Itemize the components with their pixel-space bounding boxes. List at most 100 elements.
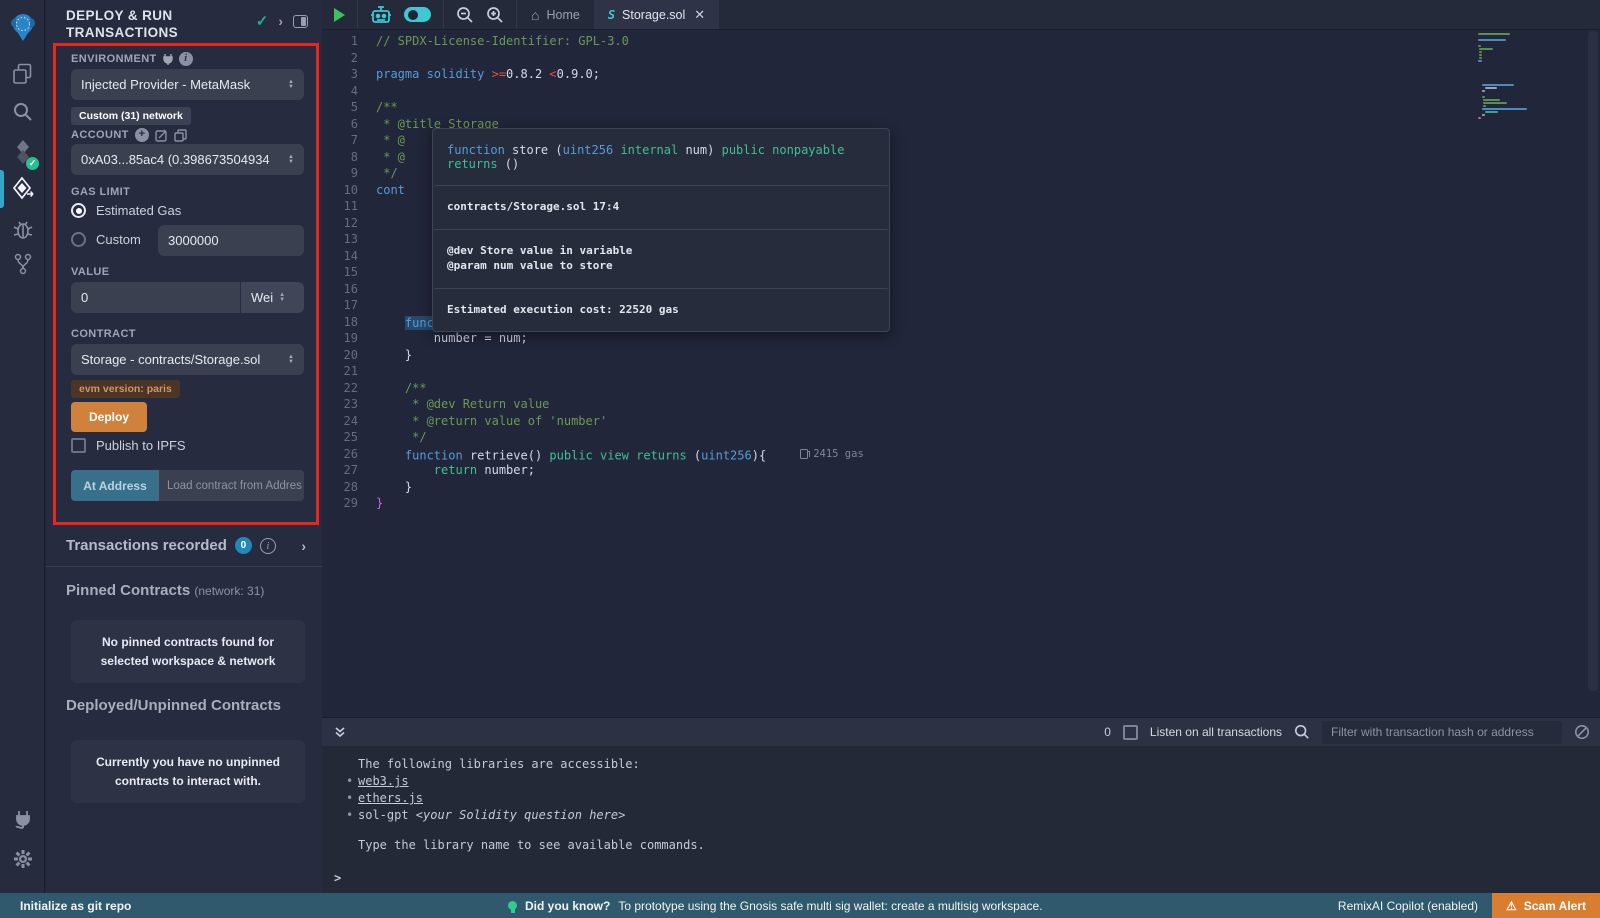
estimated-gas-option[interactable]: Estimated Gas [71, 203, 181, 218]
init-git-repo-button[interactable]: Initialize as git repo [20, 899, 131, 913]
warning-icon: ⚠ [1506, 899, 1517, 913]
sign-message-icon[interactable] [155, 129, 168, 142]
terminal-header: 0 Listen on all transactions Filter with… [322, 717, 1600, 746]
publish-ipfs-checkbox[interactable] [71, 438, 86, 453]
transactions-count-badge: 0 [235, 537, 252, 554]
line-number: 15 [322, 264, 376, 281]
environment-label: ENVIRONMENT [71, 53, 157, 65]
deploy-button[interactable]: Deploy [71, 402, 147, 432]
editor-scrollbar[interactable] [1588, 31, 1598, 691]
deployed-empty-message: Currently you have no unpinned contracts… [71, 740, 305, 803]
divider [46, 566, 322, 567]
line-number: 26 [322, 446, 376, 463]
deploy-and-run-icon[interactable] [0, 174, 45, 204]
value-input[interactable]: 0 [71, 282, 240, 313]
status-bar: Initialize as git repo Did you know? To … [0, 893, 1600, 918]
terminal-filter-input[interactable]: Filter with transaction hash or address [1322, 721, 1562, 744]
custom-gas-radio[interactable] [71, 232, 86, 247]
panel-chevron-icon[interactable]: › [278, 13, 283, 29]
environment-select[interactable]: Injected Provider - MetaMask ▲▼ [71, 69, 304, 100]
code-line: 2 [322, 50, 1600, 67]
add-account-icon[interactable]: + [135, 128, 149, 142]
select-stepper-icon: ▲▼ [288, 155, 294, 165]
settings-gear-icon[interactable] [0, 845, 45, 873]
account-select[interactable]: 0xA03...85ac4 (0.398673504934 ▲▼ [71, 144, 304, 175]
code-editor[interactable]: 1// SPDX-License-Identifier: GPL-3.023pr… [322, 31, 1600, 717]
clear-console-icon[interactable] [1574, 724, 1590, 740]
tooltip-docs: @dev Store value in variable @param num … [433, 229, 889, 288]
copilot-toggle[interactable] [404, 7, 431, 22]
line-number: 3 [322, 66, 376, 83]
network-badge: Custom (31) network [71, 107, 191, 125]
at-address-button[interactable]: At Address [71, 470, 159, 501]
debugger-icon[interactable] [0, 215, 45, 243]
fork-plug-icon[interactable] [163, 53, 173, 65]
run-script-icon[interactable] [334, 8, 345, 22]
editor-minimap[interactable] [1478, 33, 1542, 120]
scam-alert-button[interactable]: ⚠ Scam Alert [1492, 893, 1600, 918]
line-number: 29 [322, 495, 376, 512]
contract-label: CONTRACT [71, 328, 136, 340]
terminal-collapse-icon[interactable] [334, 726, 346, 738]
account-label: ACCOUNT [71, 129, 129, 141]
tooltip-signature: function store (uint256 internal num) pu… [433, 129, 889, 185]
transactions-recorded-row[interactable]: Transactions recorded 0 i › [66, 537, 306, 554]
compile-success-badge: ✓ [26, 157, 39, 170]
line-number: 1 [322, 33, 376, 50]
line-number: 4 [322, 83, 376, 100]
line-number: 17 [322, 297, 376, 314]
line-number: 6 [322, 116, 376, 133]
listen-transactions-checkbox[interactable] [1123, 725, 1138, 740]
code-line: 22 /** [322, 380, 1600, 397]
solidity-compiler-icon[interactable]: ✓ [0, 137, 45, 167]
line-number: 18 [322, 314, 376, 331]
transactions-expand-icon[interactable]: › [301, 538, 306, 554]
remix-ide-window: ✓ [0, 0, 1600, 918]
transactions-recorded-label: Transactions recorded [66, 537, 227, 554]
custom-gas-option[interactable]: Custom [71, 232, 141, 247]
zoom-out-icon[interactable] [456, 6, 474, 24]
code-line: 28 } [322, 479, 1600, 496]
transactions-info-icon[interactable]: i [260, 538, 276, 554]
value-unit-select[interactable]: Wei ▲▼ [241, 282, 304, 313]
select-stepper-icon: ▲▼ [279, 293, 285, 303]
zoom-in-icon[interactable] [486, 6, 504, 24]
terminal-library-item[interactable]: ethers.js [358, 790, 1600, 807]
fuel-pump-icon [800, 449, 808, 459]
ai-robot-icon[interactable] [370, 5, 392, 24]
file-explorer-icon[interactable] [0, 60, 45, 88]
hover-tooltip: function store (uint256 internal num) pu… [432, 128, 890, 332]
pin-panel-icon[interactable] [293, 15, 308, 28]
terminal-search-icon[interactable] [1294, 724, 1310, 740]
search-icon[interactable] [0, 97, 45, 125]
remix-logo-icon[interactable] [0, 8, 45, 46]
line-number: 7 [322, 132, 376, 149]
contract-select[interactable]: Storage - contracts/Storage.sol ▲▼ [71, 344, 304, 375]
terminal-library-item: sol-gpt <your Solidity question here> [358, 807, 1600, 824]
home-icon: ⌂ [531, 7, 539, 23]
did-you-know-tip: Did you know? To prototype using the Gno… [508, 899, 1043, 913]
terminal-library-item[interactable]: web3.js [358, 773, 1600, 790]
plugin-manager-plug-icon[interactable] [0, 805, 45, 833]
environment-info-icon[interactable]: i [179, 52, 193, 66]
plugin-connector-icon[interactable] [0, 250, 45, 278]
at-address-input[interactable]: Load contract from Addres [159, 470, 304, 501]
code-line: 1// SPDX-License-Identifier: GPL-3.0 [322, 33, 1600, 50]
copy-account-icon[interactable] [174, 129, 187, 142]
pinned-empty-message: No pinned contracts found for selected w… [71, 620, 305, 683]
code-line: 25 */ [322, 429, 1600, 446]
tab-home[interactable]: ⌂ Home [517, 0, 594, 29]
publish-ipfs-option[interactable]: Publish to IPFS [71, 438, 186, 453]
copilot-status[interactable]: RemixAI Copilot (enabled) [1338, 899, 1478, 913]
line-number: 22 [322, 380, 376, 397]
custom-gas-input[interactable]: 3000000 [158, 225, 304, 256]
close-tab-icon[interactable]: ✕ [694, 7, 705, 23]
code-line: 27 return number; [322, 462, 1600, 479]
tab-storage-sol[interactable]: S Storage.sol ✕ [594, 0, 719, 29]
terminal-intro: The following libraries are accessible: [358, 756, 1600, 773]
terminal-prompt[interactable]: > [334, 870, 341, 887]
terminal[interactable]: The following libraries are accessible: … [322, 746, 1600, 893]
lightbulb-icon [508, 901, 517, 910]
estimated-gas-radio[interactable] [71, 203, 86, 218]
gas-estimate-hint: 2415 gas [800, 446, 864, 463]
